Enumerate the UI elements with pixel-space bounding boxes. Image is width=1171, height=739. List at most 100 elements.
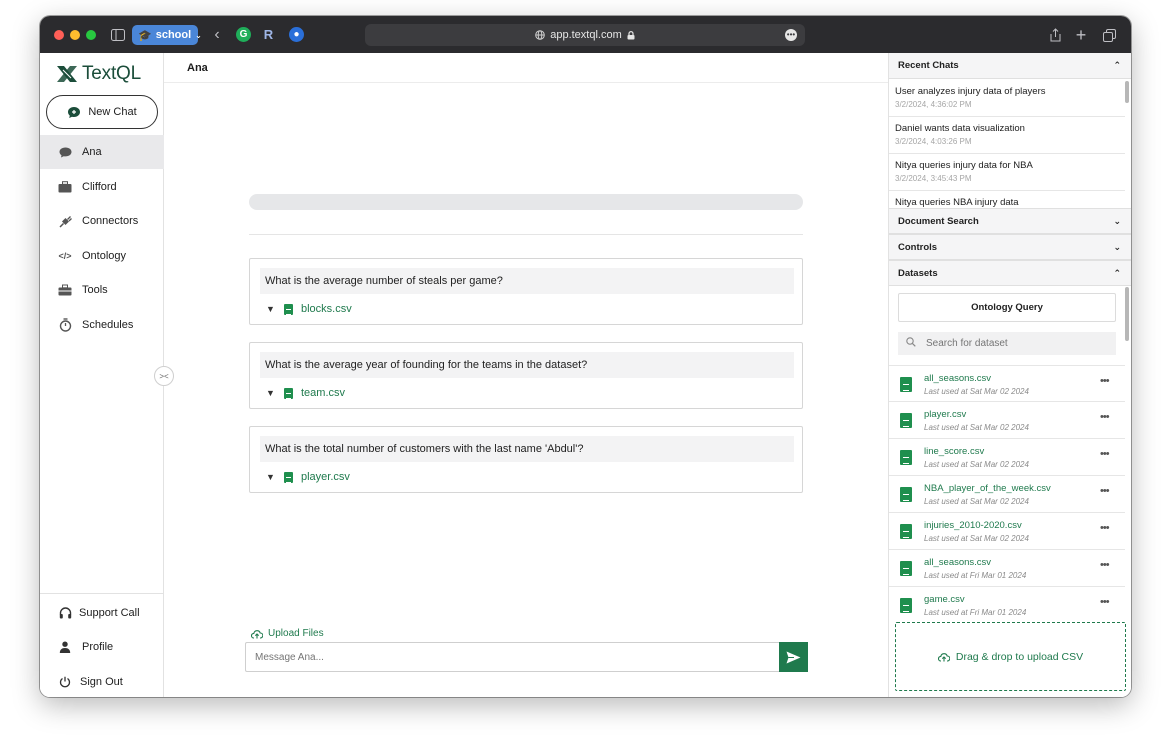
more-options-icon[interactable]: ••• (1100, 485, 1110, 497)
dataset-item[interactable]: game.csv Last used at Fri Mar 01 2024 ••… (889, 587, 1125, 624)
new-chat-button[interactable]: New Chat (46, 95, 158, 129)
browser-profile-pill[interactable]: 🎓 school ⌄ (132, 25, 202, 45)
nav-item-support-call[interactable]: Support Call (40, 596, 164, 630)
browser-window: 🎓 school ⌄ ‹ G R ● app.textql.com ••• + (40, 16, 1131, 697)
power-icon (58, 675, 72, 689)
upload-files-link[interactable]: Upload Files (251, 628, 324, 639)
more-options-icon[interactable]: ••• (1100, 522, 1110, 534)
question-file-name[interactable]: team.csv (301, 387, 345, 399)
chevron-down-icon[interactable]: ▼ (266, 304, 276, 314)
csv-file-icon (900, 450, 912, 465)
zoom-window-button[interactable] (86, 30, 96, 40)
r-extension-icon[interactable]: R (261, 27, 276, 42)
recent-chat-item[interactable]: Nitya queries NBA injury data (889, 191, 1125, 208)
dataset-name[interactable]: all_seasons.csv (924, 373, 991, 384)
new-tab-icon[interactable]: + (1074, 25, 1088, 45)
dataset-search-input[interactable] (898, 332, 1116, 355)
question-file-row[interactable]: ▼ player.csv (266, 471, 350, 483)
dataset-name[interactable]: game.csv (924, 594, 965, 605)
send-button[interactable] (779, 642, 808, 672)
question-file-name[interactable]: player.csv (301, 471, 350, 483)
dataset-last-used: Last used at Fri Mar 01 2024 (924, 571, 1027, 580)
dataset-name[interactable]: player.csv (924, 409, 966, 420)
message-input[interactable] (245, 642, 780, 672)
datasets-scrollbar[interactable] (1125, 287, 1129, 341)
question-card[interactable]: What is the total number of customers wi… (249, 426, 803, 493)
recent-chat-date: 3/2/2024, 4:36:02 PM (895, 100, 972, 109)
dataset-name[interactable]: NBA_player_of_the_week.csv (924, 483, 1051, 494)
new-chat-label: New Chat (88, 106, 137, 118)
sidebar-toggle-icon[interactable] (110, 25, 126, 45)
more-options-icon[interactable]: ••• (785, 29, 797, 41)
recent-chat-title: Nitya queries NBA injury data (895, 197, 1019, 208)
nav-item-ana[interactable]: Ana (40, 135, 164, 169)
chevron-down-icon[interactable]: ▼ (266, 472, 276, 482)
nav-item-ontology[interactable]: </> Ontology (40, 239, 164, 273)
collapse-sidebar-button[interactable]: >< (154, 366, 174, 386)
more-options-icon[interactable]: ••• (1100, 559, 1110, 571)
question-file-row[interactable]: ▼ blocks.csv (266, 303, 352, 315)
globe-icon (535, 30, 546, 40)
recent-chat-item[interactable]: Nitya queries injury data for NBA 3/2/20… (889, 154, 1125, 191)
chat-header: Ana (164, 53, 888, 83)
recent-chat-item[interactable]: User analyzes injury data of players 3/2… (889, 80, 1125, 117)
dataset-last-used: Last used at Sat Mar 02 2024 (924, 497, 1029, 506)
address-bar[interactable]: app.textql.com ••• (365, 24, 805, 46)
minimize-window-button[interactable] (70, 30, 80, 40)
datasets-header[interactable]: Datasets ⌃ (889, 260, 1131, 286)
dataset-last-used: Last used at Sat Mar 02 2024 (924, 387, 1029, 396)
cloud-upload-icon (251, 629, 263, 639)
recent-chat-item[interactable]: Daniel wants data visualization 3/2/2024… (889, 117, 1125, 154)
nav-item-profile[interactable]: Profile (40, 630, 164, 664)
grammarly-extension-icon[interactable]: G (236, 27, 251, 42)
tab-overview-icon[interactable] (1101, 25, 1117, 45)
more-options-icon[interactable]: ••• (1100, 448, 1110, 460)
recent-chats-header[interactable]: Recent Chats ⌃ (889, 53, 1131, 79)
back-icon[interactable]: ‹ (210, 25, 224, 45)
controls-header[interactable]: Controls ⌄ (889, 234, 1131, 260)
nav-item-sign-out[interactable]: Sign Out (40, 665, 164, 697)
dataset-item[interactable]: all_seasons.csv Last used at Sat Mar 02 … (889, 365, 1125, 402)
dropzone-label: Drag & drop to upload CSV (955, 650, 1084, 663)
textql-logo[interactable]: TextQL (56, 63, 141, 85)
dataset-name[interactable]: injuries_2010-2020.csv (924, 520, 1022, 531)
more-options-icon[interactable]: ••• (1100, 375, 1110, 387)
csv-dropzone[interactable]: Drag & drop to upload CSV (895, 622, 1126, 691)
close-window-button[interactable] (54, 30, 64, 40)
share-icon[interactable] (1048, 25, 1062, 45)
nav-item-tools[interactable]: Tools (40, 273, 164, 307)
nav-label-tools: Tools (82, 284, 108, 296)
document-search-header[interactable]: Document Search ⌄ (889, 208, 1131, 234)
chevron-down-icon[interactable]: ▼ (266, 388, 276, 398)
question-file-row[interactable]: ▼ team.csv (266, 387, 345, 399)
send-icon (786, 651, 801, 663)
profile-label: school (155, 29, 192, 41)
nav-item-clifford[interactable]: Clifford (40, 170, 164, 204)
privacy-extension-icon[interactable]: ● (289, 27, 304, 42)
csv-file-icon (284, 471, 293, 483)
dataset-name[interactable]: all_seasons.csv (924, 557, 991, 568)
logo-text: TextQL (82, 63, 141, 84)
more-options-icon[interactable]: ••• (1100, 411, 1110, 423)
recent-chat-title: User analyzes injury data of players (895, 86, 1046, 97)
nav-item-schedules[interactable]: Schedules (40, 308, 164, 342)
dataset-item[interactable]: NBA_player_of_the_week.csv Last used at … (889, 476, 1125, 513)
nav-item-connectors[interactable]: Connectors (40, 204, 164, 238)
more-options-icon[interactable]: ••• (1100, 596, 1110, 608)
question-card[interactable]: What is the average number of steals per… (249, 258, 803, 325)
chat-main-area: Ana What is the average number of steals… (164, 53, 888, 697)
question-file-name[interactable]: blocks.csv (301, 303, 352, 315)
dataset-item[interactable]: line_score.csv Last used at Sat Mar 02 2… (889, 439, 1125, 476)
ontology-query-button[interactable]: Ontology Query (898, 293, 1116, 322)
dataset-item[interactable]: injuries_2010-2020.csv Last used at Sat … (889, 513, 1125, 550)
dataset-name[interactable]: line_score.csv (924, 446, 984, 457)
csv-file-icon (900, 524, 912, 539)
nav-label-support-call: Support Call (79, 607, 140, 619)
dataset-item[interactable]: player.csv Last used at Sat Mar 02 2024 … (889, 402, 1125, 439)
person-icon (58, 640, 72, 654)
csv-file-icon (900, 487, 912, 502)
question-text: What is the average year of founding for… (260, 352, 794, 378)
question-card[interactable]: What is the average year of founding for… (249, 342, 803, 409)
recent-chats-scrollbar[interactable] (1125, 81, 1129, 103)
dataset-item[interactable]: all_seasons.csv Last used at Fri Mar 01 … (889, 550, 1125, 587)
